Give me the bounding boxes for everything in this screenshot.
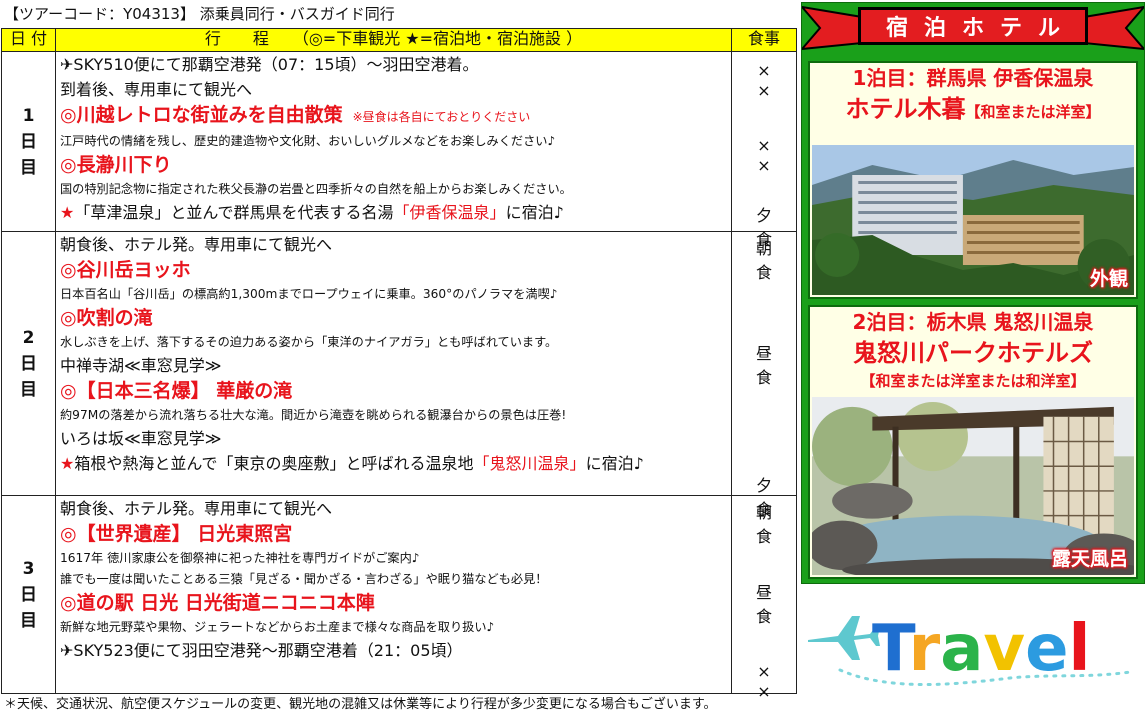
- stay-line: ★「草津温泉」と並んで群馬県を代表する名湯「伊香保温泉」に宿泊♪: [60, 200, 731, 225]
- meal-entry: 昼 食: [755, 583, 786, 626]
- schedule-line: ✈SKY523便にて羽田空港発～那覇空港着（21：05頃）: [60, 641, 463, 660]
- day-meals: 朝 食昼 食 × ×: [731, 495, 801, 701]
- day-label-char: 目: [20, 610, 37, 631]
- day-label-char: 3: [22, 558, 35, 579]
- hotel1-card: 1泊目：群馬県 伊香保温泉 ホテル木暮【和室または洋室】 外観: [808, 61, 1138, 299]
- sight-description: 日本百名山「谷川岳」の標高約1,300mまでロープウェイに乗車。360°のパノラ…: [60, 287, 558, 301]
- meal-entry: × ×: [757, 136, 815, 175]
- hotel2-night: 2泊目：栃木県 鬼怒川温泉: [852, 310, 1094, 334]
- sight-title-text: ◎谷川岳ヨッホ: [60, 259, 191, 281]
- schedule-line: 朝食後、ホテル発。専用車にて観光へ: [60, 235, 333, 254]
- stay-line: ★箱根や熱海と並んで「東京の奥座敷」と呼ばれる温泉地「鬼怒川温泉」に宿泊♪: [60, 451, 731, 476]
- stay-line-suffix: に宿泊♪: [505, 203, 564, 222]
- hotel2-room: 【和室または洋室または和洋室】: [860, 372, 1086, 390]
- sight-description: 水しぶきを上げ、落下するその迫力ある姿から「東洋のナイアガラ」とも呼ばれています…: [60, 335, 558, 349]
- sight-title: ◎谷川岳ヨッホ: [60, 257, 731, 284]
- meal-entry: 昼 食: [755, 344, 786, 387]
- schedule-line: いろは坂≪車窓見学≫: [60, 429, 222, 448]
- sight-title-text: ◎長瀞川下り: [60, 154, 172, 176]
- table-header-row: 日 付 行 程 （◎=下車観光 ★=宿泊地・宿泊施設 ） 食事: [1, 28, 797, 52]
- day-label-char: 目: [20, 157, 37, 178]
- day-label-char: 2: [22, 327, 35, 348]
- stay-onsen-name: 「伊香保温泉」: [393, 203, 506, 222]
- hotel2-card: 2泊目：栃木県 鬼怒川温泉 鬼怒川パークホテルズ 【和室または洋室または和洋室】: [808, 305, 1138, 579]
- day-row: 3 日目 朝食後、ホテル発。専用車にて観光へ ◎【世界遺産】 日光東照宮 1617年 徳…: [1, 495, 801, 701]
- meal-entry: × ×: [757, 662, 815, 701]
- day-schedule: ✈SKY510便にて那覇空港発（07：15頃）～羽田空港着。 到着後、専用車にて観…: [55, 51, 732, 232]
- meal-entry: 朝 食: [755, 239, 786, 282]
- sight-title-text: ◎吹割の滝: [60, 307, 153, 329]
- stay-line-text: ★箱根や熱海と並んで「東京の奥座敷」と呼ばれる温泉地: [60, 454, 474, 473]
- travel-logo: Travel: [808, 612, 1132, 686]
- sight-title: ◎川越レトロな街並みを自由散策 ※昼食は各自にておとりください: [60, 102, 731, 131]
- day-label-char: 1: [22, 105, 35, 126]
- stay-line-suffix: に宿泊♪: [585, 454, 644, 473]
- sight-title: ◎【日本三名爆】 華厳の滝: [60, 378, 731, 405]
- airplane-icon: [808, 616, 880, 660]
- meal-entry: 朝 食: [755, 503, 786, 546]
- day-label: 2 日目: [1, 231, 56, 496]
- hotel-banner-title: 宿泊ホテル: [858, 7, 1088, 45]
- sight-title-text: ◎【日本三名爆】 華厳の滝: [60, 380, 293, 402]
- hotel2-caption: 露天風呂: [1051, 548, 1128, 570]
- star-icon: ★: [60, 454, 75, 473]
- sight-description: 誰でも一度は聞いたことある三猿「見ざる・聞かざる・言わざる」や眠り猫なども必見！: [60, 572, 548, 586]
- logo-letter: a: [940, 612, 983, 686]
- hotel1-caption: 外観: [1089, 268, 1128, 290]
- day-schedule: 朝食後、ホテル発。専用車にて観光へ ◎谷川岳ヨッホ日本百名山「谷川岳」の標高約1,…: [55, 231, 732, 496]
- day-row: 1 日目 ✈SKY510便にて那覇空港発（07：15頃）～羽田空港着。 到着後、専用車…: [1, 51, 815, 249]
- stay-line-text: ★「草津温泉」と並んで群馬県を代表する名湯: [60, 203, 394, 222]
- sight-description: 1617年 徳川家康公を御祭神に祀った神社を専門ガイドがご案内♪: [60, 551, 420, 565]
- travel-logo-text: Travel: [872, 612, 1090, 686]
- day-meals: 朝 食昼 食夕 食: [731, 231, 797, 519]
- schedule-line: 中禅寺湖≪車窓見学≫: [60, 356, 222, 375]
- logo-letter: v: [983, 612, 1025, 686]
- day-row: 2 日目朝食後、ホテル発。専用車にて観光へ ◎谷川岳ヨッホ 日本百名山「谷川岳」の標高…: [1, 231, 797, 519]
- header-date: 日 付: [1, 28, 56, 52]
- logo-letter: e: [1025, 612, 1068, 686]
- schedule-line: 朝食後、ホテル発。専用車にて観光へ: [60, 499, 333, 518]
- hotel1-night: 1泊目：群馬県 伊香保温泉: [852, 66, 1094, 90]
- star-icon: ★: [60, 203, 75, 222]
- sight-description: 江戸時代の情緒を残し、歴史的建造物や文化財、おいしいグルメなどをお楽しみください…: [60, 134, 556, 148]
- sight-title-text: ◎道の駅 日光 日光街道ニコニコ本陣: [60, 592, 375, 614]
- sight-description: 新鮮な地元野菜や果物、ジェラートなどからお土産まで様々な商品を取り扱い♪: [60, 620, 495, 634]
- footer-note: ＊天候、交通状況、航空便スケジュールの変更、観光地の混雑又は休業等により行程が多…: [4, 697, 717, 712]
- day-meals: × × × × 夕 食: [731, 51, 815, 249]
- schedule-line: 到着後、専用車にて観光へ: [60, 80, 253, 99]
- day-label-char: 目: [20, 379, 37, 400]
- sight-title: ◎吹割の滝: [60, 305, 731, 332]
- schedule-line: ✈SKY510便にて那覇空港発（07：15頃）～羽田空港着。: [60, 55, 479, 74]
- hotel1-photo: 外観: [812, 145, 1134, 295]
- day-schedule: 朝食後、ホテル発。専用車にて観光へ ◎【世界遺産】 日光東照宮 1617年 徳川家康…: [55, 495, 732, 694]
- hotel1-name: ホテル木暮【和室または洋室】: [845, 95, 1101, 123]
- day-label: 3 日目: [1, 495, 56, 694]
- tour-code-header: 【ツアーコード：Y04313】 添乗員同行・バスガイド同行: [4, 5, 395, 23]
- meal-entry: × ×: [757, 61, 815, 100]
- sight-title: ◎【世界遺産】 日光東照宮: [60, 521, 731, 548]
- logo-letter: r: [909, 612, 941, 686]
- sight-description: 約97Mの落差から流れ落ちる壮大な滝。間近から滝壺を眺められる観瀑台からの景色は…: [60, 408, 567, 422]
- itinerary-table: 日 付 行 程 （◎=下車観光 ★=宿泊地・宿泊施設 ） 食事 1 日目 ✈SKY5…: [1, 28, 815, 701]
- sight-note: ※昼食は各自にておとりください: [352, 110, 531, 124]
- logo-letter: l: [1069, 612, 1091, 686]
- sight-title-text: ◎川越レトロな街並みを自由散策: [60, 104, 343, 126]
- sight-description: 国の特別記念物に指定された秩父長瀞の岩畳と四季折々の自然を船上からお楽しみくださ…: [60, 182, 572, 196]
- sight-title: ◎長瀞川下り: [60, 152, 731, 179]
- day-label-char: 日: [20, 353, 37, 374]
- day-label: 1 日目: [1, 51, 56, 232]
- sight-title-text: ◎【世界遺産】 日光東照宮: [60, 523, 293, 545]
- hotel2-photo: 露天風呂: [812, 397, 1134, 575]
- day-label-char: 日: [20, 131, 37, 152]
- header-schedule: 行 程 （◎=下車観光 ★=宿泊地・宿泊施設 ）: [55, 28, 732, 52]
- stay-onsen-name: 「鬼怒川温泉」: [473, 454, 586, 473]
- header-meals: 食事: [731, 28, 797, 52]
- hotel-panel: 宿泊ホテル 1泊目：群馬県 伊香保温泉 ホテル木暮【和室または洋室】 外観 2泊…: [801, 2, 1145, 584]
- hotel2-name: 鬼怒川パークホテルズ: [853, 339, 1093, 367]
- sight-title: ◎道の駅 日光 日光街道ニコニコ本陣: [60, 590, 731, 617]
- day-label-char: 日: [20, 584, 37, 605]
